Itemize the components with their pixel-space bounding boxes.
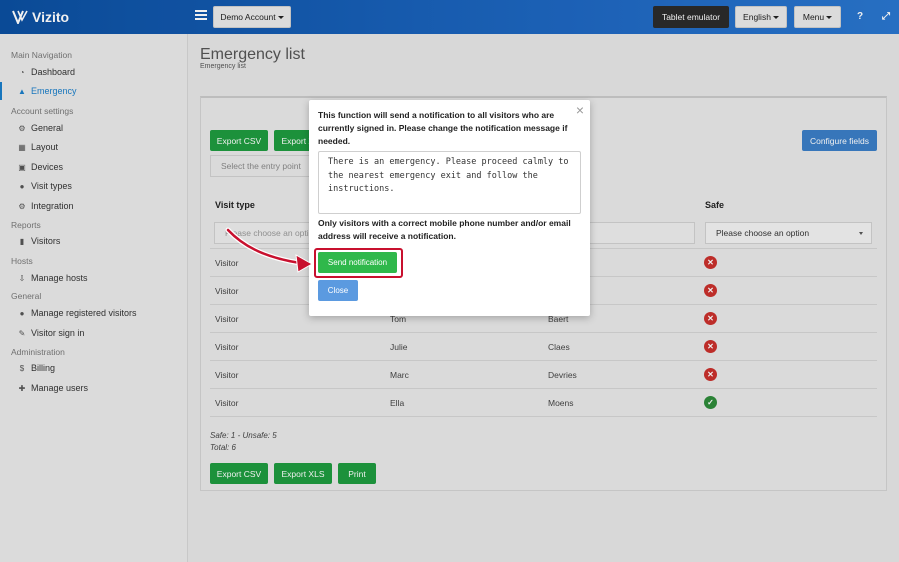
send-notification-modal: × This function will send a notification… bbox=[309, 100, 590, 316]
close-button[interactable]: Close bbox=[318, 280, 358, 301]
close-icon[interactable]: × bbox=[576, 103, 584, 117]
modal-note-text: Only visitors with a correct mobile phon… bbox=[318, 218, 571, 241]
modal-intro-text: This function will send a notification t… bbox=[318, 110, 568, 146]
send-notification-button[interactable]: Send notification bbox=[318, 252, 397, 273]
notification-message-textarea[interactable]: There is an emergency. Please proceed ca… bbox=[318, 151, 581, 214]
